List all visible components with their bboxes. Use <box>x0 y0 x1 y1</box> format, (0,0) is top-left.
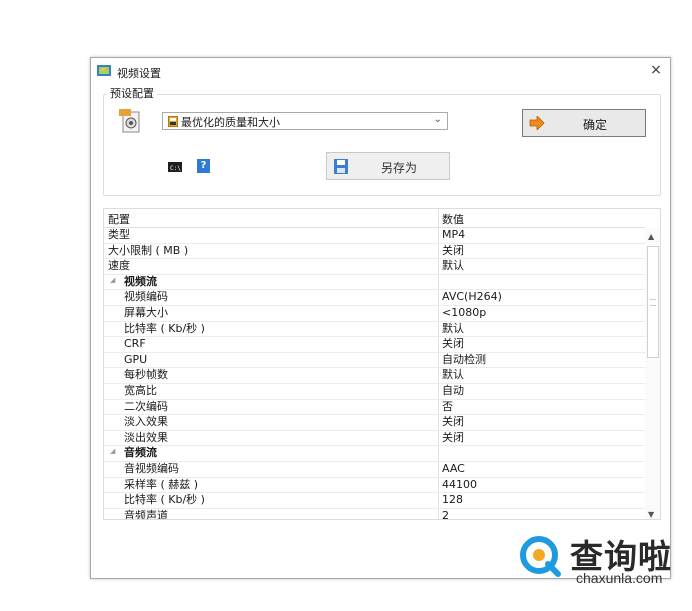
grip-icon <box>650 299 656 306</box>
row-name: 音视频编码 <box>124 461 179 475</box>
column-header-name: 配置 <box>108 213 130 226</box>
grid-row-speed[interactable]: 速度 默认 <box>104 259 645 275</box>
row-name: 宽高比 <box>124 383 157 397</box>
grid-row-two-pass[interactable]: 二次编码 否 <box>104 400 645 416</box>
row-name: 视频编码 <box>124 290 168 304</box>
video-settings-dialog: 视频设置 × 预设配置 最优化的质量和大小 ⌄ 确定 C:\ ? 另存为 配置 … <box>90 57 671 579</box>
orange-arrow-icon <box>529 116 545 130</box>
preset-selected-value: 最优化的质量和大小 <box>181 116 280 129</box>
site-watermark: 查询啦 chaxunla.com <box>514 528 686 590</box>
ok-button[interactable]: 确定 <box>522 109 646 137</box>
grid-row-type[interactable]: 类型 MP4 <box>104 228 645 244</box>
row-name: CRF <box>124 337 146 351</box>
preset-flag-icon <box>168 116 178 127</box>
row-name: 淡出效果 <box>124 430 168 444</box>
settings-grid: 配置 数值 类型 MP4 大小限制 ( MB ) 关闭 速度 默认 ◢ 视频流 视频编码… <box>103 208 661 520</box>
vertical-scrollbar[interactable]: ▲ ▼ <box>645 228 660 519</box>
row-value: AAC <box>442 461 465 475</box>
row-value: 默认 <box>442 321 464 335</box>
row-value: 关闭 <box>442 415 464 429</box>
row-value: 默认 <box>442 368 464 382</box>
scroll-down-arrow-icon[interactable]: ▼ <box>648 510 654 519</box>
collapse-triangle-icon[interactable]: ◢ <box>110 276 115 284</box>
row-value: 关闭 <box>442 337 464 351</box>
row-name: 音频声道 <box>124 508 168 520</box>
grid-row-audio-codec[interactable]: 音视频编码 AAC <box>104 462 645 478</box>
scroll-thumb[interactable] <box>647 246 659 358</box>
grid-row-fade-in[interactable]: 淡入效果 关闭 <box>104 415 645 431</box>
grid-row-audio-channels[interactable]: 音频声道 2 <box>104 508 645 520</box>
grid-row-fade-out[interactable]: 淡出效果 关闭 <box>104 431 645 447</box>
row-name: 屏幕大小 <box>124 305 168 319</box>
chevron-down-icon: ⌄ <box>433 114 442 125</box>
grid-category-video[interactable]: ◢ 视频流 <box>104 275 645 291</box>
row-name: 每秒帧数 <box>124 368 168 382</box>
ok-button-label: 确定 <box>583 118 608 132</box>
row-value: 否 <box>442 399 453 413</box>
row-name: 大小限制 ( MB ) <box>108 243 189 257</box>
category-name: 音频流 <box>124 446 157 460</box>
grid-row-video-bitrate[interactable]: 比特率 ( Kb/秒 ) 默认 <box>104 322 645 338</box>
close-button[interactable]: × <box>648 63 664 79</box>
row-name: 速度 <box>108 259 130 273</box>
preset-group-label: 预设配置 <box>107 85 157 101</box>
row-value: 2 <box>442 508 449 520</box>
row-name: 采样率 ( 赫兹 ) <box>124 477 199 491</box>
row-value: 44100 <box>442 477 477 491</box>
row-name: 二次编码 <box>124 399 168 413</box>
row-value: AVC(H264) <box>442 290 502 304</box>
help-icon[interactable]: ? <box>197 159 210 173</box>
grid-row-video-codec[interactable]: 视频编码 AVC(H264) <box>104 290 645 306</box>
grid-row-sample-rate[interactable]: 采样率 ( 赫兹 ) 44100 <box>104 478 645 494</box>
grid-row-crf[interactable]: CRF 关闭 <box>104 337 645 353</box>
category-name: 视频流 <box>124 274 157 288</box>
row-name: 淡入效果 <box>124 415 168 429</box>
grid-category-audio[interactable]: ◢ 音频流 <box>104 446 645 462</box>
grid-row-size-limit[interactable]: 大小限制 ( MB ) 关闭 <box>104 244 645 260</box>
command-line-icon[interactable]: C:\ <box>168 162 182 172</box>
scroll-up-arrow-icon[interactable]: ▲ <box>648 232 654 241</box>
row-name: 类型 <box>108 228 130 241</box>
row-value: MP4 <box>442 228 466 241</box>
row-value: 自动 <box>442 383 464 397</box>
grid-row-fps[interactable]: 每秒帧数 默认 <box>104 368 645 384</box>
title-bar: 视频设置 × <box>91 58 670 84</box>
row-value: 默认 <box>442 259 464 273</box>
floppy-disk-icon <box>334 159 348 174</box>
preset-dropdown[interactable]: 最优化的质量和大小 ⌄ <box>162 112 448 130</box>
app-film-icon <box>97 65 111 76</box>
grid-rows: 类型 MP4 大小限制 ( MB ) 关闭 速度 默认 ◢ 视频流 视频编码 AVC(H2… <box>104 228 645 520</box>
grid-header: 配置 数值 <box>104 209 645 228</box>
mp4-preset-icon <box>119 109 140 133</box>
row-value: 自动检测 <box>442 352 486 366</box>
brand-logo-icon <box>520 536 561 577</box>
grid-row-screen-size[interactable]: 屏幕大小 <1080p <box>104 306 645 322</box>
save-as-button[interactable]: 另存为 <box>326 152 450 180</box>
row-name: GPU <box>124 352 148 366</box>
grid-row-gpu[interactable]: GPU 自动检测 <box>104 353 645 369</box>
grid-row-aspect-ratio[interactable]: 宽高比 自动 <box>104 384 645 400</box>
row-name: 比特率 ( Kb/秒 ) <box>124 493 205 507</box>
grid-row-audio-bitrate[interactable]: 比特率 ( Kb/秒 ) 128 <box>104 493 645 509</box>
column-header-value: 数值 <box>442 213 464 226</box>
collapse-triangle-icon[interactable]: ◢ <box>110 447 115 455</box>
svg-text:C:\: C:\ <box>170 165 181 172</box>
row-value: 关闭 <box>442 430 464 444</box>
row-value: <1080p <box>442 305 487 319</box>
window-title: 视频设置 <box>117 67 161 80</box>
row-value: 128 <box>442 493 463 507</box>
save-as-label: 另存为 <box>381 161 418 175</box>
brand-url: chaxunla.com <box>576 570 663 586</box>
row-value: 关闭 <box>442 243 464 257</box>
row-name: 比特率 ( Kb/秒 ) <box>124 321 205 335</box>
